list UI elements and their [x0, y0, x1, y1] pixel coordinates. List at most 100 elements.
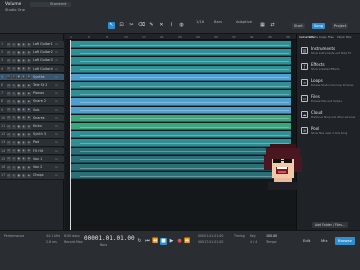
mute-button[interactable]: m — [7, 91, 11, 96]
mute-button[interactable]: m — [7, 173, 11, 178]
monitor-button[interactable]: ◐ — [22, 108, 26, 113]
record-arm-button[interactable]: ● — [17, 67, 21, 72]
record-icon[interactable]: ● — [176, 238, 183, 245]
timeline-ruler[interactable]: 1 5 9 13 17 21 25 29 33 37 41 45 49 — [65, 34, 296, 40]
track-color-icon[interactable]: ▪ — [27, 149, 31, 154]
track-color-icon[interactable]: ▪ — [27, 42, 31, 47]
track-header[interactable]: 11 m s ● ◐ ▪ Kicks in — [0, 123, 64, 131]
track-header[interactable]: 5 m s ● ◐ ▪ Synths in — [0, 73, 64, 82]
track-color-icon[interactable]: ▪ — [27, 116, 31, 121]
solo-button[interactable]: s — [12, 91, 16, 96]
mute-button[interactable]: m — [7, 58, 11, 63]
track-name[interactable]: Synths — [33, 75, 53, 80]
timebase-value[interactable]: Bars — [214, 20, 222, 24]
track-header[interactable]: 3 m s ● ◐ ▪ Lofi Guitar3 in — [0, 57, 64, 65]
mute-button[interactable]: m — [7, 116, 11, 121]
eraser-tool-icon[interactable]: ⌫ — [138, 22, 145, 29]
track-input[interactable]: in — [55, 157, 58, 162]
record-arm-button[interactable]: ● — [17, 132, 21, 137]
record-arm-button[interactable]: ● — [17, 149, 21, 154]
audio-event[interactable] — [70, 139, 291, 147]
add-files-button[interactable]: Add Folder / Files... — [312, 222, 348, 228]
monitor-button[interactable]: ◐ — [22, 149, 26, 154]
track-input[interactable]: in — [55, 99, 58, 104]
monitor-button[interactable]: ◐ — [22, 67, 26, 72]
track-name[interactable]: Sub — [33, 108, 53, 113]
playhead[interactable] — [70, 40, 71, 230]
solo-button[interactable]: s — [12, 50, 16, 55]
track-color-icon[interactable]: ▪ — [27, 99, 31, 104]
solo-button[interactable]: s — [12, 165, 16, 170]
audio-event[interactable] — [70, 172, 291, 180]
track-header[interactable]: 13 m s ● ◐ ▪ Pad in — [0, 139, 64, 147]
time-signature[interactable]: 4 / 4 — [250, 240, 257, 244]
track-name[interactable]: Snare 2 — [33, 99, 53, 104]
record-arm-button[interactable]: ● — [17, 116, 21, 121]
range-tool-icon[interactable]: ⊡ — [118, 22, 125, 29]
track-color-icon[interactable]: ▪ — [27, 67, 31, 72]
track-name[interactable]: Kicks — [33, 124, 53, 129]
record-arm-button[interactable]: ● — [17, 50, 21, 55]
left-locator[interactable]: 00001.01.01.00 — [198, 234, 223, 238]
record-arm-button[interactable]: ● — [17, 108, 21, 113]
track-header[interactable]: 2 m s ● ◐ ▪ Lofi Guitar2 in — [0, 49, 64, 57]
track-color-icon[interactable]: ▪ — [27, 132, 31, 137]
monitor-button[interactable]: ◐ — [22, 99, 26, 104]
track-color-icon[interactable]: ▪ — [27, 58, 31, 63]
play-icon[interactable]: ▶ — [168, 238, 175, 245]
return-zero-icon[interactable]: ⏮ — [144, 238, 151, 245]
track-header[interactable]: 4 m s ● ◐ ▪ Lofi Guitar4 in — [0, 65, 64, 74]
monitor-button[interactable]: ◐ — [22, 50, 26, 55]
browser-tab[interactable]: Loops — [319, 36, 327, 39]
loop-icon[interactable]: ↻ — [136, 238, 143, 245]
browser-tab[interactable]: Cloud — [337, 36, 344, 39]
track-name[interactable]: Lofi Guitar1 — [33, 42, 53, 47]
track-color-icon[interactable]: ▪ — [27, 50, 31, 55]
browser-tab[interactable]: Pool — [346, 36, 351, 39]
audio-event[interactable] — [70, 155, 291, 164]
track-name[interactable]: Tele St 2 — [33, 83, 53, 88]
solo-button[interactable]: s — [12, 124, 16, 129]
position-display[interactable]: 00001.01.01.00 — [84, 235, 135, 242]
solo-button[interactable]: s — [12, 58, 16, 63]
monitor-button[interactable]: ◐ — [22, 124, 26, 129]
mute-tool-icon[interactable]: ✕ — [158, 22, 165, 29]
track-header[interactable]: 12 m s ● ◐ ▪ Synth 3 in — [0, 131, 64, 139]
track-header[interactable]: 10 m s ● ◐ ▪ Snares in — [0, 114, 64, 123]
track-input[interactable]: in — [55, 42, 58, 47]
track-header[interactable]: 15 m s ● ◐ ▪ Vox 1 in — [0, 155, 64, 164]
track-input[interactable]: in — [55, 75, 58, 80]
track-input[interactable]: in — [55, 149, 58, 154]
mute-button[interactable]: m — [7, 83, 11, 88]
mute-button[interactable]: m — [7, 75, 11, 80]
scroll-icon[interactable]: ⇄ — [269, 22, 276, 29]
track-name[interactable]: Vox 1 — [33, 157, 53, 162]
audio-event[interactable] — [70, 90, 291, 98]
mute-button[interactable]: m — [7, 124, 11, 129]
audio-event[interactable] — [70, 164, 291, 172]
grid-icon[interactable]: ▦ — [259, 22, 266, 29]
snap-value[interactable]: 1/16 — [196, 20, 204, 24]
track-input[interactable]: in — [55, 140, 58, 145]
track-name[interactable]: Pianos — [33, 91, 53, 96]
audio-event[interactable] — [70, 65, 291, 73]
record-arm-button[interactable]: ● — [17, 91, 21, 96]
audio-event[interactable] — [70, 98, 291, 106]
track-header[interactable]: 8 m s ● ◐ ▪ Snare 2 in — [0, 98, 64, 106]
track-color-icon[interactable]: ▪ — [27, 75, 31, 80]
input-field[interactable]: Standard — [49, 2, 71, 7]
solo-button[interactable]: s — [12, 140, 16, 145]
edit-button[interactable]: Edit — [300, 237, 313, 245]
solo-button[interactable]: s — [12, 67, 16, 72]
solo-button[interactable]: s — [12, 132, 16, 137]
forward-icon[interactable]: ⏩ — [184, 238, 191, 245]
audio-event[interactable] — [70, 73, 291, 82]
monitor-button[interactable]: ◐ — [22, 83, 26, 88]
record-arm-button[interactable]: ● — [17, 140, 21, 145]
track-input[interactable]: in — [55, 116, 58, 121]
track-color-icon[interactable]: ▪ — [27, 91, 31, 96]
start-button[interactable]: Start — [292, 23, 305, 29]
record-arm-button[interactable]: ● — [17, 173, 21, 178]
audio-event[interactable] — [70, 106, 291, 114]
audio-event[interactable] — [70, 131, 291, 139]
